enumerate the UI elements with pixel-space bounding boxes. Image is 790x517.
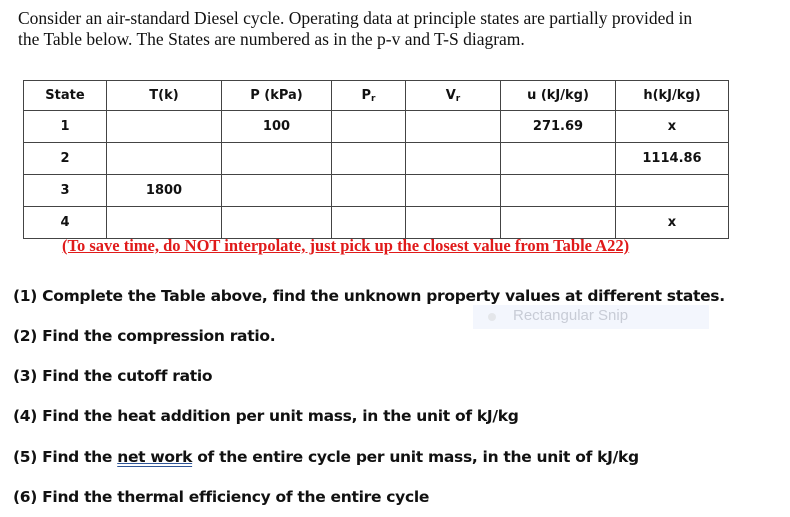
cell-enthalpy: x [615, 206, 729, 239]
cell-enthalpy [615, 174, 729, 207]
cell-state: 1 [23, 110, 107, 143]
cell-enthalpy: x [615, 110, 729, 143]
cell-pressure [221, 206, 332, 239]
cell-temperature [106, 110, 222, 143]
cell-enthalpy: 1114.86 [615, 142, 729, 175]
cell-relative-pressure [331, 142, 406, 175]
cell-relative-volume [405, 110, 501, 143]
cell-state: 3 [23, 174, 107, 207]
question-5-prefix: (5) Find the [13, 448, 118, 466]
cell-state: 4 [23, 206, 107, 239]
table-row: 2 1114.86 [23, 142, 729, 175]
table-row: 4 x [23, 206, 729, 239]
cell-internal-energy: 271.69 [500, 110, 616, 143]
cell-temperature [106, 142, 222, 175]
cell-pressure [221, 174, 332, 207]
intro-line-1: Consider an air-standard Diesel cycle. O… [18, 8, 693, 28]
snip-label: Rectangular Snip [513, 307, 629, 324]
question-5-suffix: of the entire cycle per unit mass, in th… [192, 448, 639, 466]
question-1: (1) Complete the Table above, find the u… [13, 287, 725, 305]
table-header-row: State T(k) P (kPa) Pr Vr u (kJ/kg) h(kJ/… [23, 80, 729, 111]
question-3: (3) Find the cutoff ratio [13, 367, 213, 385]
net-work-term[interactable]: net work [117, 448, 192, 466]
cell-relative-pressure [331, 206, 406, 239]
header-vr-main: V [445, 87, 456, 103]
header-temperature: T(k) [106, 80, 222, 111]
header-relative-pressure: Pr [331, 80, 406, 111]
cell-relative-volume [405, 142, 501, 175]
header-pr-sub: r [371, 93, 376, 104]
header-state: State [23, 80, 107, 111]
table-row: 1 100 271.69 x [23, 110, 729, 143]
header-pr-main: P [361, 87, 372, 103]
cell-internal-energy [500, 206, 616, 239]
question-4: (4) Find the heat addition per unit mass… [13, 407, 519, 425]
cell-internal-energy [500, 142, 616, 175]
rectangular-snip-tooltip[interactable]: Rectangular Snip [473, 305, 709, 329]
header-vr-sub: r [455, 93, 461, 104]
interpolation-note: (To save time, do NOT interpolate, just … [62, 236, 630, 255]
header-relative-volume: Vr [405, 80, 501, 111]
cell-temperature: 1800 [106, 174, 222, 207]
cell-relative-pressure [331, 110, 406, 143]
record-dot-icon [488, 313, 496, 321]
cell-pressure [221, 142, 332, 175]
cell-pressure: 100 [221, 110, 332, 143]
problem-intro: Consider an air-standard Diesel cycle. O… [18, 8, 778, 50]
header-internal-energy: u (kJ/kg) [500, 80, 616, 111]
cell-internal-energy [500, 174, 616, 207]
state-properties-table: State T(k) P (kPa) Pr Vr u (kJ/kg) h(kJ/… [23, 80, 729, 239]
intro-line-2: the Table below. The States are numbered… [18, 29, 525, 49]
cell-state: 2 [23, 142, 107, 175]
header-pressure: P (kPa) [221, 80, 332, 111]
cell-relative-volume [405, 206, 501, 239]
cell-relative-volume [405, 174, 501, 207]
cell-relative-pressure [331, 174, 406, 207]
question-6: (6) Find the thermal efficiency of the e… [13, 488, 430, 506]
header-enthalpy: h(kJ/kg) [615, 80, 729, 111]
cell-temperature [106, 206, 222, 239]
question-5: (5) Find the net work of the entire cycl… [13, 448, 639, 466]
table-row: 3 1800 [23, 174, 729, 207]
question-2: (2) Find the compression ratio. [13, 327, 276, 345]
